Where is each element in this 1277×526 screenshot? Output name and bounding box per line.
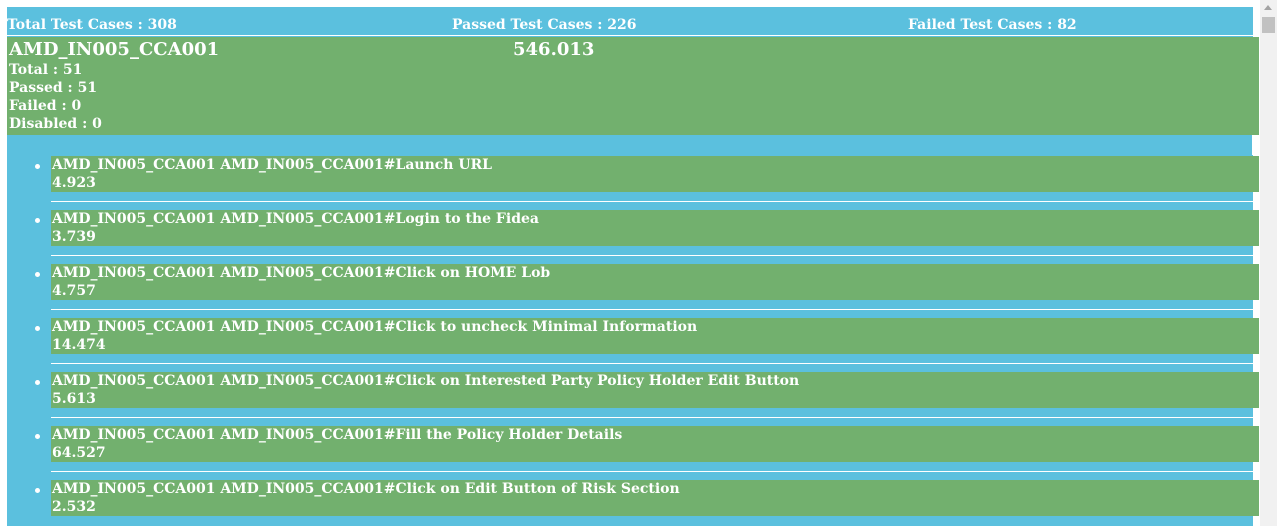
test-duration: 3.739 <box>52 229 96 245</box>
row-divider <box>51 309 1259 310</box>
test-item: AMD_IN005_CCA001 AMD_IN005_CCA001#Click … <box>35 480 1259 516</box>
scrollbar-thumb[interactable] <box>1262 17 1275 33</box>
test-item: AMD_IN005_CCA001 AMD_IN005_CCA001#Click … <box>35 318 1259 354</box>
row-divider <box>51 417 1259 418</box>
bullet-icon <box>35 488 40 493</box>
report-page: Total Test Cases : 308 Passed Test Cases… <box>7 7 1259 526</box>
test-item: AMD_IN005_CCA001 AMD_IN005_CCA001#Launch… <box>35 156 1259 192</box>
suite-block: AMD_IN005_CCA001 546.013 Total : 51 Pass… <box>7 37 1259 135</box>
divider-line <box>1252 135 1253 155</box>
row-divider <box>51 201 1259 202</box>
test-item: AMD_IN005_CCA001 AMD_IN005_CCA001#Login … <box>35 210 1259 246</box>
bullet-icon <box>35 218 40 223</box>
summary-bar: Total Test Cases : 308 Passed Test Cases… <box>7 7 1253 35</box>
suite-name: AMD_IN005_CCA001 <box>9 39 220 60</box>
test-duration: 64.527 <box>52 445 106 461</box>
suite-disabled: Disabled : 0 <box>9 116 102 132</box>
test-duration: 4.923 <box>52 175 96 191</box>
total-test-cases: Total Test Cases : 308 <box>7 17 177 33</box>
bullet-icon <box>35 272 40 277</box>
bullet-icon <box>35 380 40 385</box>
test-duration: 4.757 <box>52 283 96 299</box>
test-item: AMD_IN005_CCA001 AMD_IN005_CCA001#Fill t… <box>35 426 1259 462</box>
row-divider <box>51 255 1259 256</box>
test-name: AMD_IN005_CCA001 AMD_IN005_CCA001#Fill t… <box>52 427 623 443</box>
suite-duration: 546.013 <box>513 39 595 60</box>
test-name: AMD_IN005_CCA001 AMD_IN005_CCA001#Click … <box>52 265 551 281</box>
test-name: AMD_IN005_CCA001 AMD_IN005_CCA001#Click … <box>52 319 698 335</box>
bullet-icon <box>35 434 40 439</box>
test-name: AMD_IN005_CCA001 AMD_IN005_CCA001#Launch… <box>52 157 493 173</box>
test-name: AMD_IN005_CCA001 AMD_IN005_CCA001#Click … <box>52 373 800 389</box>
bullet-icon <box>35 326 40 331</box>
row-divider <box>51 363 1259 364</box>
failed-test-cases: Failed Test Cases : 82 <box>908 17 1077 33</box>
suite-failed: Failed : 0 <box>9 98 82 114</box>
test-duration: 5.613 <box>52 391 96 407</box>
test-duration: 2.532 <box>52 499 96 515</box>
vertical-scrollbar[interactable] <box>1260 0 1277 526</box>
passed-test-cases: Passed Test Cases : 226 <box>452 17 637 33</box>
test-name: AMD_IN005_CCA001 AMD_IN005_CCA001#Login … <box>52 211 539 227</box>
summary-divider <box>7 35 1253 36</box>
bullet-icon <box>35 164 40 169</box>
scroll-up-icon[interactable] <box>1264 5 1272 10</box>
row-divider <box>51 471 1259 472</box>
test-name: AMD_IN005_CCA001 AMD_IN005_CCA001#Click … <box>52 481 680 497</box>
suite-total: Total : 51 <box>9 62 83 78</box>
test-item: AMD_IN005_CCA001 AMD_IN005_CCA001#Click … <box>35 264 1259 300</box>
test-item: AMD_IN005_CCA001 AMD_IN005_CCA001#Click … <box>35 372 1259 408</box>
test-duration: 14.474 <box>52 337 106 353</box>
suite-passed: Passed : 51 <box>9 80 98 96</box>
